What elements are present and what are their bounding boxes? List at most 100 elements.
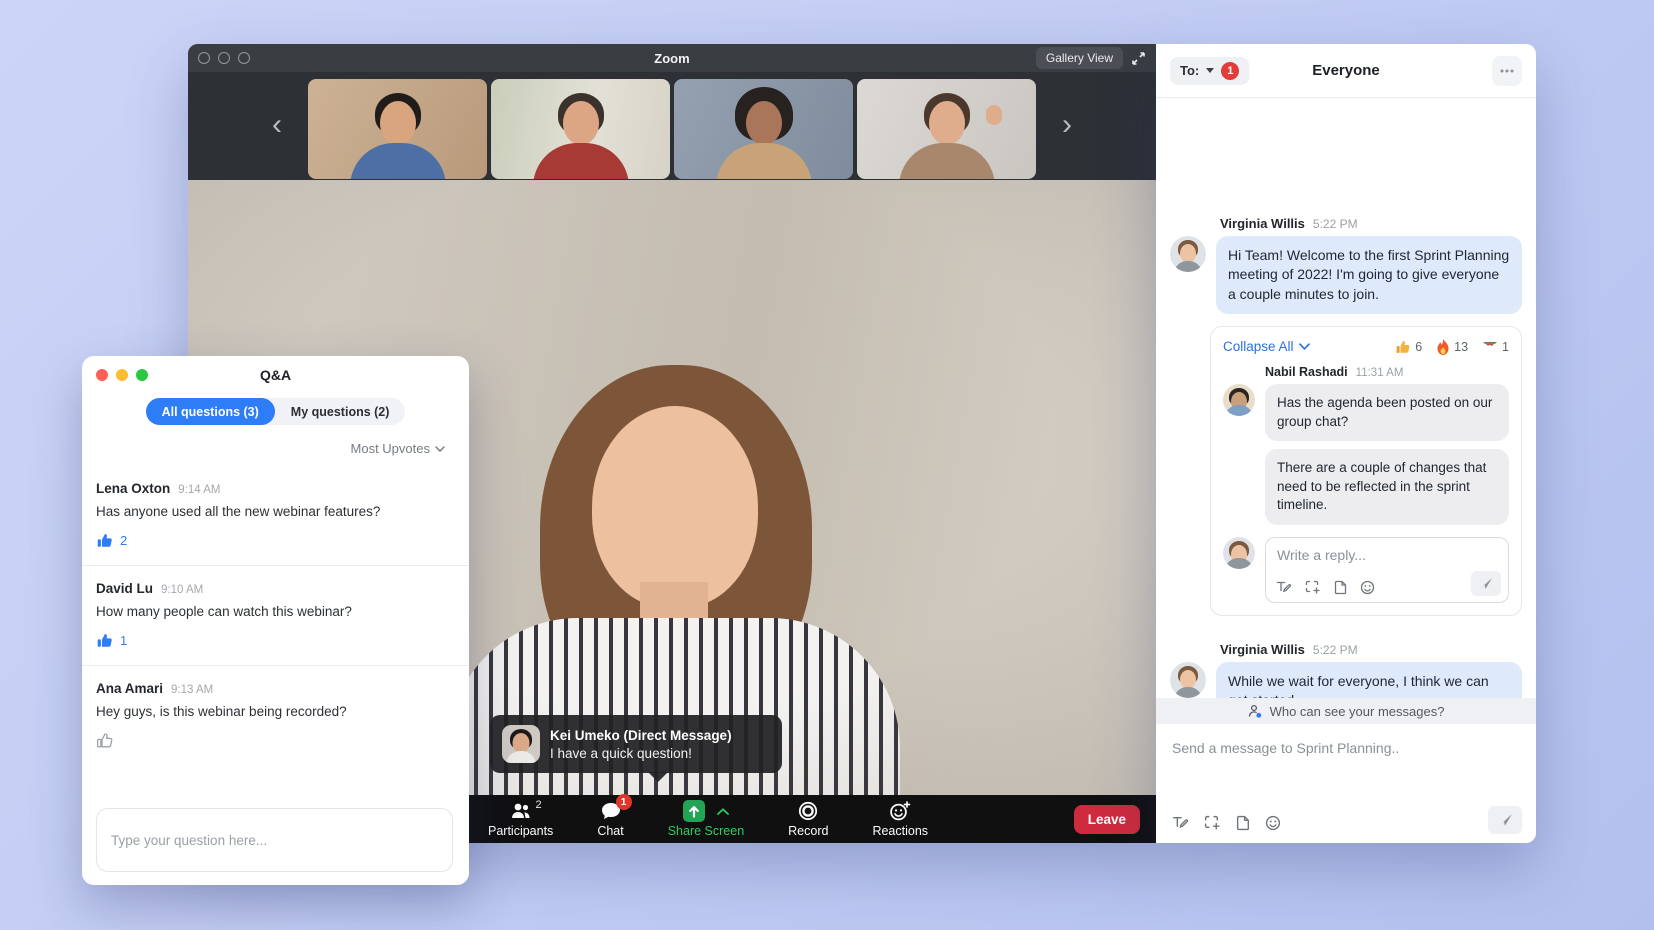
question-author: Ana Amari <box>96 681 163 696</box>
question-text: How many people can watch this webinar? <box>96 604 453 619</box>
reactions-button[interactable]: Reactions <box>872 801 928 838</box>
zoom-window-button[interactable] <box>238 52 250 64</box>
participants-icon <box>510 802 532 820</box>
qa-question-list: Lena Oxton 9:14 AM Has anyone used all t… <box>82 466 469 765</box>
dm-notification[interactable]: Kei Umeko (Direct Message) I have a quic… <box>490 715 782 773</box>
sort-dropdown[interactable]: Most Upvotes <box>351 441 445 456</box>
qa-question-item: David Lu 9:10 AM How many people can wat… <box>82 566 469 666</box>
gallery-view-button[interactable]: Gallery View <box>1036 47 1123 69</box>
avatar <box>1223 384 1255 416</box>
record-icon <box>798 801 818 821</box>
dm-message-text: I have a quick question! <box>550 746 732 761</box>
question-text: Has anyone used all the new webinar feat… <box>96 504 453 519</box>
privacy-info-bar[interactable]: Who can see your messages? <box>1156 698 1536 724</box>
qa-titlebar: Q&A <box>82 356 469 394</box>
reply-composer <box>1223 537 1509 603</box>
question-input[interactable] <box>96 808 453 872</box>
close-window-button[interactable] <box>198 52 210 64</box>
reaction-list: 6 13 1 <box>1395 339 1509 355</box>
chat-messages: Virginia Willis 5:22 PM Hi Team! Welcome… <box>1156 216 1536 721</box>
chevron-down-icon <box>1299 343 1310 350</box>
tab-my-questions[interactable]: My questions (2) <box>275 398 406 425</box>
emoji-icon <box>1360 580 1375 595</box>
reply-time: 11:31 AM <box>1356 367 1404 379</box>
window-controls <box>198 52 250 64</box>
message-thread: Collapse All 6 13 <box>1210 326 1522 616</box>
upvote-button[interactable] <box>96 732 120 749</box>
reactions-icon <box>889 801 911 821</box>
question-text: Hey guys, is this webinar being recorded… <box>96 704 453 719</box>
participant-video-1[interactable] <box>308 79 487 179</box>
qa-question-item: Lena Oxton 9:14 AM Has anyone used all t… <box>82 466 469 566</box>
upvote-button[interactable]: 1 <box>96 632 127 649</box>
recipient-selector[interactable]: To: 1 <box>1170 57 1249 85</box>
chat-panel: To: 1 Everyone Virginia Willis 5:22 PM H… <box>1156 44 1536 843</box>
reply-input[interactable] <box>1277 547 1497 563</box>
dm-sender-avatar <box>502 725 540 763</box>
ellipsis-icon <box>1500 69 1514 73</box>
avatar <box>1170 662 1206 698</box>
gallery-next-button[interactable]: › <box>1062 110 1072 140</box>
send-message-button[interactable] <box>1488 806 1522 834</box>
qa-question-item: Ana Amari 9:13 AM Hey guys, is this webi… <box>82 666 469 765</box>
qa-window: Q&A All questions (3) My questions (2) M… <box>82 356 469 885</box>
attach-file-button[interactable] <box>1334 580 1347 595</box>
zoom-window-button[interactable] <box>136 369 148 381</box>
format-text-button[interactable] <box>1276 580 1292 595</box>
emoji-button[interactable] <box>1360 580 1375 595</box>
participants-count: 2 <box>536 799 542 811</box>
gallery-strip: ‹ › <box>188 72 1156 180</box>
question-time: 9:10 AM <box>161 584 203 596</box>
question-author: Lena Oxton <box>96 481 170 496</box>
emoji-icon <box>1265 815 1281 831</box>
minimize-window-button[interactable] <box>116 369 128 381</box>
attach-file-button[interactable] <box>1236 815 1250 831</box>
file-icon <box>1334 580 1347 595</box>
thumbs-up-reaction[interactable]: 6 <box>1395 339 1422 355</box>
minimize-window-button[interactable] <box>218 52 230 64</box>
participant-video-3[interactable] <box>674 79 853 179</box>
chat-header: To: 1 Everyone <box>1156 44 1536 98</box>
screenshot-button[interactable] <box>1305 580 1321 595</box>
chat-menu-button[interactable] <box>1492 56 1522 86</box>
close-window-button[interactable] <box>96 369 108 381</box>
thumbs-up-icon <box>96 632 113 649</box>
participant-video-2[interactable] <box>491 79 670 179</box>
participant-video-4[interactable] <box>857 79 1036 179</box>
titlebar-controls: Gallery View <box>1036 47 1146 69</box>
fire-reaction[interactable]: 13 <box>1436 339 1468 355</box>
avatar <box>1223 537 1255 569</box>
question-time: 9:13 AM <box>171 684 213 696</box>
question-author: David Lu <box>96 581 153 596</box>
message-time: 5:22 PM <box>1313 643 1358 657</box>
avatar <box>1170 236 1206 272</box>
chat-button[interactable]: 1 Chat <box>597 801 623 838</box>
format-text-button[interactable] <box>1172 815 1189 831</box>
screenshot-icon <box>1305 580 1321 595</box>
question-time: 9:14 AM <box>178 484 220 496</box>
participants-button[interactable]: 2 Participants <box>488 801 553 838</box>
qa-tabs: All questions (3) My questions (2) <box>82 398 469 425</box>
record-button[interactable]: Record <box>788 801 828 838</box>
message-bubble: Hi Team! Welcome to the first Sprint Pla… <box>1216 236 1522 314</box>
leave-button[interactable]: Leave <box>1074 805 1140 834</box>
message-author: Virginia Willis <box>1220 642 1305 657</box>
share-screen-icon <box>683 800 705 822</box>
window-controls <box>96 369 148 381</box>
share-options-chevron-icon <box>717 808 729 815</box>
send-reply-button[interactable] <box>1471 571 1501 596</box>
recipient-badge: 1 <box>1221 62 1239 80</box>
collapse-all-button[interactable]: Collapse All <box>1223 339 1310 354</box>
upvote-button[interactable]: 2 <box>96 532 127 549</box>
emoji-button[interactable] <box>1265 815 1281 831</box>
watermelon-reaction[interactable]: 1 <box>1482 340 1509 354</box>
message-time: 5:22 PM <box>1313 217 1358 231</box>
gallery-prev-button[interactable]: ‹ <box>272 110 282 140</box>
chat-message-input[interactable] <box>1172 740 1520 756</box>
chevron-down-icon <box>435 446 445 452</box>
fullscreen-icon[interactable] <box>1131 51 1146 66</box>
watermelon-emoji <box>1482 340 1498 354</box>
share-screen-button[interactable]: Share Screen <box>668 800 744 838</box>
screenshot-button[interactable] <box>1204 815 1221 831</box>
tab-all-questions[interactable]: All questions (3) <box>146 398 275 425</box>
